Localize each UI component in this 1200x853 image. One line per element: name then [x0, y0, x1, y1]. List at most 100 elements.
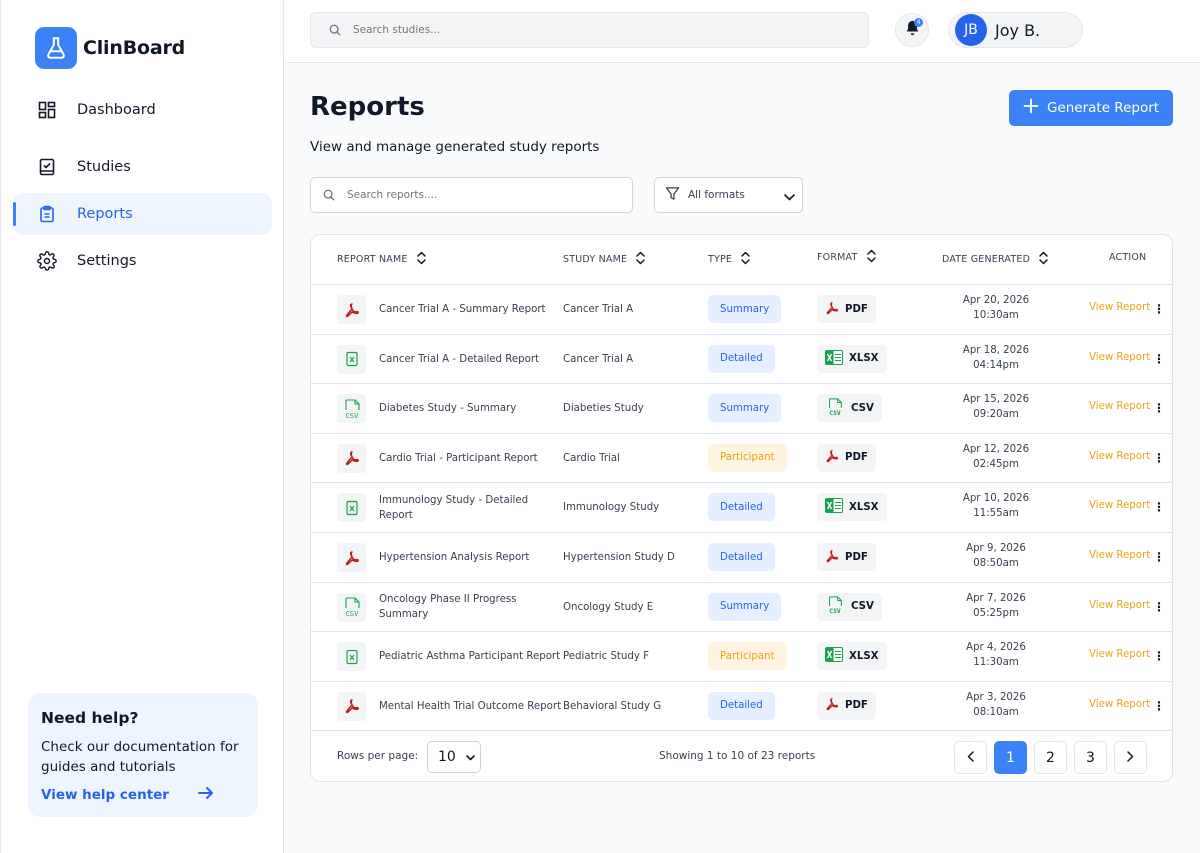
next-page-button[interactable] — [1114, 741, 1147, 774]
table-row[interactable]: Mental Health Trial Outcome Report Behavi… — [311, 680, 1172, 730]
more-options-icon[interactable]: ⋮ — [1153, 500, 1165, 514]
more-options-icon[interactable]: ⋮ — [1153, 451, 1165, 465]
header-report-name[interactable]: REPORT NAME — [337, 249, 426, 269]
header-label: TYPE — [708, 253, 733, 265]
time: 04:14pm — [973, 359, 1019, 371]
header-label: ACTION — [1109, 251, 1147, 263]
rows-per-page-select[interactable]: 10 — [427, 741, 481, 773]
report-search-input[interactable] — [347, 189, 617, 201]
arrow-right-icon — [197, 785, 215, 805]
table-row[interactable]: CSV Oncology Phase II Progress Summary Onc… — [311, 581, 1172, 631]
view-report-link[interactable]: View Report — [1089, 550, 1150, 561]
table-row[interactable]: Pediatric Asthma Participant Report Pedia… — [311, 631, 1172, 680]
page-button-3[interactable]: 3 — [1074, 741, 1107, 774]
chevron-down-icon — [784, 186, 795, 205]
table-row[interactable]: Immunology Study - Detailed Report Immuno… — [311, 482, 1172, 531]
rows-per-page-value: 10 — [438, 749, 456, 765]
date-generated: Apr 3, 2026 08:10am — [929, 690, 1063, 720]
study-name: Cancer Trial A — [563, 304, 634, 315]
type-badge: Detailed — [708, 493, 775, 522]
format-label: CSV — [851, 402, 874, 414]
table-row[interactable]: Cancer Trial A - Detailed Report Cancer T… — [311, 333, 1172, 383]
notifications-button[interactable]: 4 — [895, 13, 929, 47]
format-badge: CSV CSV — [817, 592, 882, 621]
view-report-link[interactable]: View Report — [1089, 401, 1150, 412]
study-name: Pediatric Study F — [563, 651, 649, 663]
view-report-link[interactable]: View Report — [1089, 451, 1150, 462]
date-generated: Apr 7, 2026 05:25pm — [929, 591, 1063, 621]
table-header: REPORT NAME STUDY NAME TYPE FORMAT DATE … — [311, 235, 1172, 285]
date-generated: Apr 15, 2026 09:20am — [929, 392, 1063, 422]
view-report-link[interactable]: View Report — [1089, 302, 1150, 313]
page-button-2[interactable]: 2 — [1034, 741, 1067, 774]
gear-icon — [37, 251, 57, 271]
page-button-1[interactable]: 1 — [994, 741, 1027, 774]
user-menu[interactable]: JB Joy B. — [948, 12, 1083, 48]
generate-report-button[interactable]: Generate Report — [1009, 90, 1173, 126]
report-name: Cardio Trial - Participant Report — [379, 452, 538, 464]
header-study-name[interactable]: STUDY NAME — [563, 249, 645, 269]
study-search[interactable] — [310, 12, 869, 48]
type-badge: Detailed — [708, 344, 775, 373]
prev-page-button[interactable] — [954, 741, 987, 774]
help-center-link[interactable]: View help center — [41, 785, 215, 805]
view-report-link[interactable]: View Report — [1089, 500, 1150, 511]
view-report-link[interactable]: View Report — [1089, 352, 1150, 363]
header-type[interactable]: TYPE — [708, 249, 750, 269]
sidebar-item-dashboard[interactable]: Dashboard — [13, 89, 272, 131]
svg-text:CSV: CSV — [829, 608, 841, 615]
more-options-icon[interactable]: ⋮ — [1153, 699, 1165, 713]
time: 08:50am — [973, 558, 1019, 569]
more-options-icon[interactable]: ⋮ — [1153, 600, 1165, 614]
generate-report-label: Generate Report — [1046, 100, 1160, 116]
more-options-icon[interactable]: ⋮ — [1153, 550, 1165, 564]
pdf-icon — [825, 697, 839, 714]
date: Apr 4, 2026 — [966, 642, 1026, 654]
view-report-link[interactable]: View Report — [1089, 600, 1150, 611]
page-subtitle: View and manage generated study reports — [310, 139, 600, 155]
sort-icon — [741, 251, 750, 268]
header-label: FORMAT — [817, 251, 858, 263]
table-row[interactable]: Cancer Trial A - Summary Report Cancer Tr… — [311, 284, 1172, 333]
more-options-icon[interactable]: ⋮ — [1153, 352, 1165, 366]
more-options-icon[interactable]: ⋮ — [1153, 302, 1165, 316]
date: Apr 9, 2026 — [966, 543, 1026, 554]
report-search[interactable] — [310, 177, 633, 213]
table-row[interactable]: CSV Diabetes Study - Summary Diabeties Stu… — [311, 383, 1172, 432]
format-badge: XLSX — [817, 344, 887, 373]
view-report-link[interactable]: View Report — [1089, 699, 1150, 710]
pdf-icon — [825, 301, 839, 318]
report-name: Oncology Phase II Progress Summary — [379, 594, 517, 621]
table-footer: Rows per page: 10 Showing 1 to 10 of 23 … — [311, 730, 1172, 781]
format-label: PDF — [845, 452, 868, 464]
table-row[interactable]: Hypertension Analysis Report Hypertension… — [311, 532, 1172, 581]
app-name: ClinBoard — [83, 37, 186, 59]
sidebar-item-studies[interactable]: Studies — [13, 146, 272, 188]
header-format[interactable]: FORMAT — [817, 247, 876, 267]
search-icon — [329, 21, 341, 40]
header-date-generated[interactable]: DATE GENERATED — [942, 249, 1048, 269]
sidebar-item-settings[interactable]: Settings — [13, 240, 272, 282]
header-label: STUDY NAME — [563, 253, 628, 265]
view-report-link[interactable]: View Report — [1089, 649, 1150, 660]
brand[interactable]: ClinBoard — [35, 27, 185, 69]
study-search-input[interactable] — [353, 24, 833, 36]
help-title: Need help? — [41, 709, 139, 727]
date-generated: Apr 18, 2026 04:14pm — [929, 343, 1063, 373]
date-generated: Apr 20, 2026 10:30am — [929, 293, 1063, 323]
csv-file-icon: CSV — [825, 397, 845, 420]
type-badge: Participant — [708, 642, 787, 671]
time: 05:25pm — [973, 607, 1019, 619]
main-content: Reports View and manage generated study … — [285, 64, 1200, 853]
time: 08:10am — [973, 706, 1019, 718]
pagination-summary: Showing 1 to 10 of 23 reports — [659, 750, 816, 762]
more-options-icon[interactable]: ⋮ — [1153, 649, 1165, 663]
table-row[interactable]: Cardio Trial - Participant Report Cardio … — [311, 432, 1172, 482]
format-label: CSV — [851, 601, 874, 613]
sidebar-item-reports[interactable]: Reports — [13, 193, 272, 235]
more-options-icon[interactable]: ⋮ — [1153, 401, 1165, 415]
format-filter-select[interactable]: All formats — [654, 177, 803, 213]
format-label: PDF — [845, 303, 868, 315]
grid-icon — [37, 100, 57, 120]
csv-file-icon: CSV — [337, 592, 366, 622]
